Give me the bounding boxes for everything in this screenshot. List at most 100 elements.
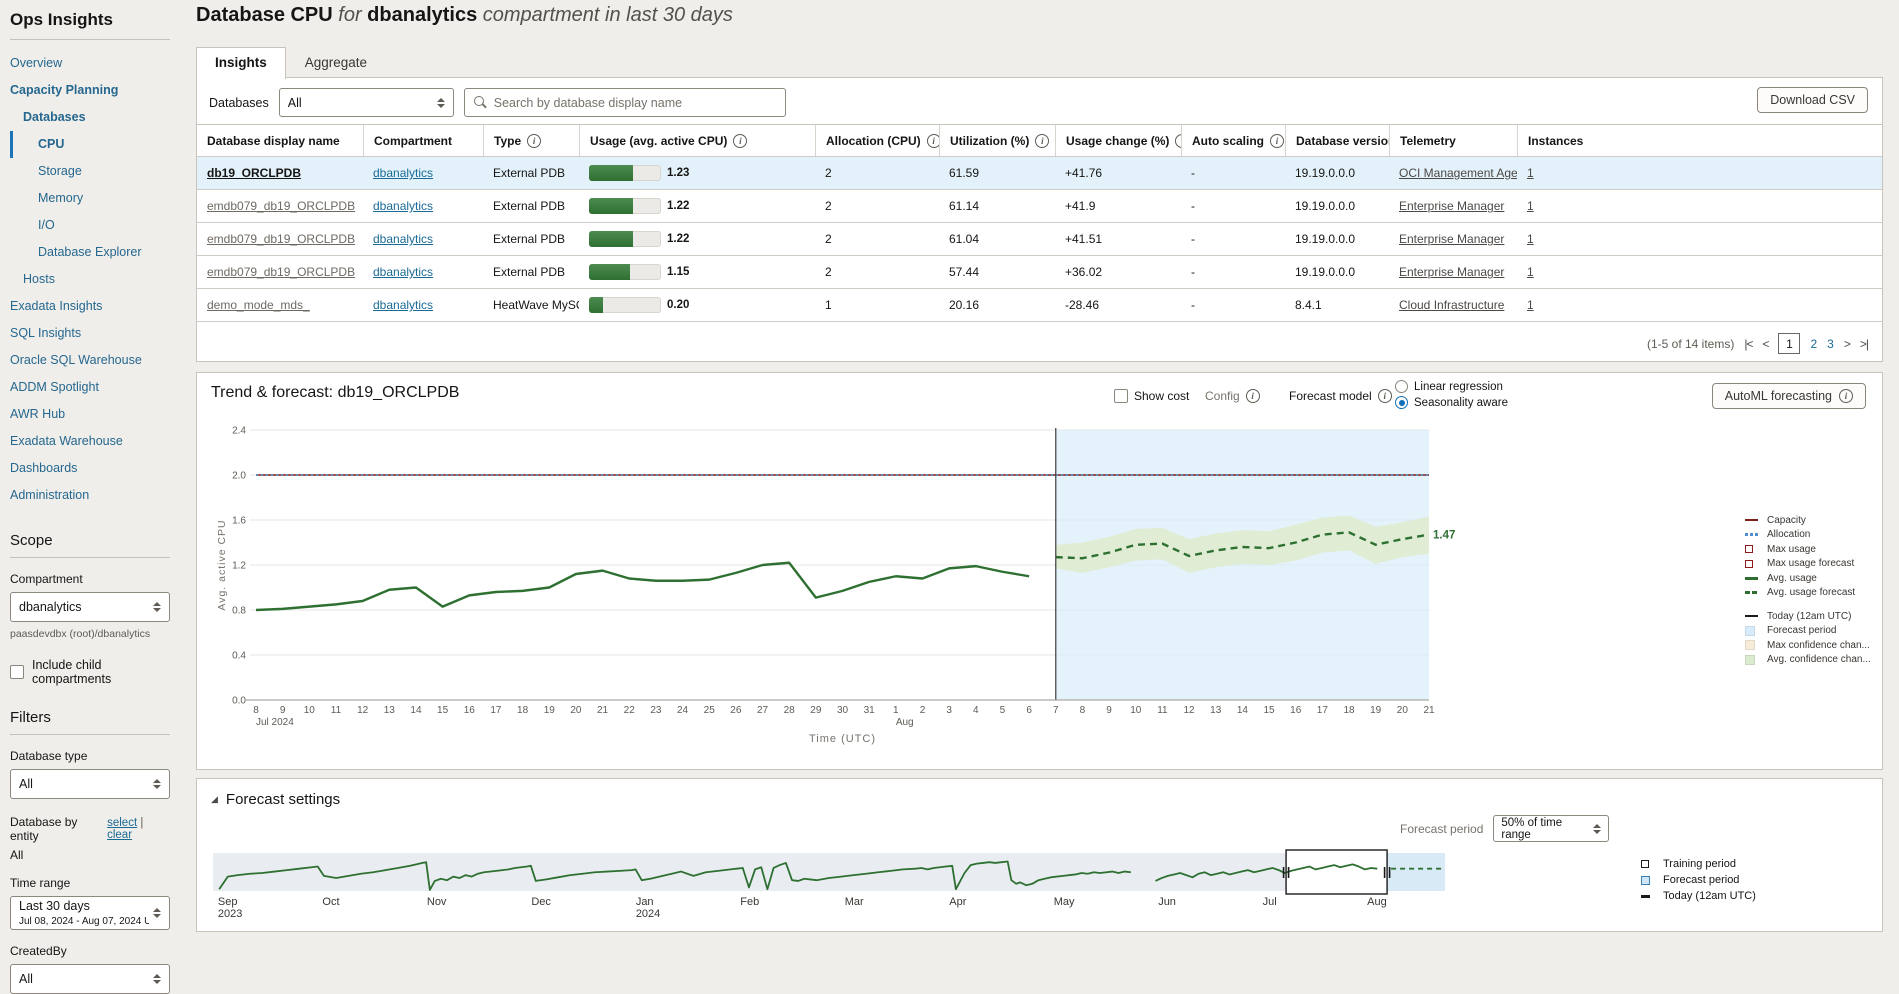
radio-icon[interactable]	[1395, 380, 1408, 393]
telemetry-link[interactable]: Cloud Infrastructure	[1399, 298, 1504, 312]
automl-forecasting-button[interactable]: AutoML forecasting i	[1712, 383, 1866, 409]
telemetry-link[interactable]: Enterprise Manager	[1399, 199, 1504, 213]
telemetry-link[interactable]: Enterprise Manager	[1399, 265, 1504, 279]
compartment-link[interactable]: dbanalytics	[373, 199, 433, 213]
info-icon[interactable]: i	[1378, 389, 1392, 403]
cell-database-name: emdb079_db19_ORCLPDB	[197, 265, 363, 279]
telemetry-link[interactable]: OCI Management Agent	[1399, 166, 1517, 180]
sidebar-item-database-explorer[interactable]: Database Explorer	[10, 239, 170, 266]
database-name-link[interactable]: emdb079_db19_ORCLPDB	[207, 199, 355, 213]
page-2[interactable]: 2	[1810, 337, 1817, 351]
sidebar-item-exadata-insights[interactable]: Exadata Insights	[10, 293, 170, 320]
config-control[interactable]: Config i	[1205, 389, 1260, 403]
database-name-link[interactable]: emdb079_db19_ORCLPDB	[207, 265, 355, 279]
table-row[interactable]: emdb079_db19_ORCLPDBdbanalyticsExternal …	[197, 256, 1882, 289]
show-cost-control[interactable]: Show cost	[1114, 389, 1189, 403]
include-child-compartments-label: Include child compartments	[32, 658, 170, 686]
legend-swatch-fill	[1745, 626, 1761, 636]
instances-link[interactable]: 1	[1527, 298, 1534, 312]
databases-filter-select[interactable]: All	[279, 88, 454, 117]
entity-select-link[interactable]: select	[107, 817, 137, 829]
column-header-compartment[interactable]: Compartment	[363, 125, 483, 156]
instances-link[interactable]: 1	[1527, 199, 1534, 213]
info-icon[interactable]: i	[927, 134, 939, 148]
sidebar-item-administration[interactable]: Administration	[10, 482, 170, 509]
table-row[interactable]: emdb079_db19_ORCLPDBdbanalyticsExternal …	[197, 190, 1882, 223]
sidebar-item-overview[interactable]: Overview	[10, 50, 170, 77]
next-page-icon[interactable]: >	[1844, 337, 1850, 351]
radio-linear-regression[interactable]: Linear regression	[1395, 380, 1508, 393]
last-page-icon[interactable]: >|	[1860, 337, 1868, 351]
table-row[interactable]: db19_ORCLPDBdbanalyticsExternal PDB1.232…	[197, 157, 1882, 190]
tab-aggregate[interactable]: Aggregate	[286, 47, 386, 78]
sidebar-item-storage[interactable]: Storage	[10, 158, 170, 185]
column-header-database-version[interactable]: Database version	[1285, 125, 1389, 156]
created-by-select[interactable]: All	[10, 964, 170, 994]
sidebar-item-awr-hub[interactable]: AWR Hub	[10, 401, 170, 428]
table-row[interactable]: demo_mode_mds_dbanalyticsHeatWave MySQL0…	[197, 289, 1882, 322]
legend-item: Avg. confidence chan...	[1745, 653, 1883, 668]
current-page[interactable]: 1	[1778, 333, 1800, 354]
forecast-settings-title: Forecast settings	[226, 791, 340, 808]
compartment-link[interactable]: dbanalytics	[373, 298, 433, 312]
include-child-compartments[interactable]: Include child compartments	[10, 658, 170, 686]
column-header-usage-avg-active-cpu-[interactable]: Usage (avg. active CPU)i	[579, 125, 815, 156]
info-icon[interactable]: i	[1270, 134, 1284, 148]
column-header-instances[interactable]: Instances	[1517, 125, 1882, 156]
instances-link[interactable]: 1	[1527, 232, 1534, 246]
compartment-link[interactable]: dbanalytics	[373, 232, 433, 246]
sidebar-item-sql-insights[interactable]: SQL Insights	[10, 320, 170, 347]
x-tick-label: 4	[973, 705, 979, 716]
info-icon[interactable]: i	[1035, 134, 1049, 148]
search-input[interactable]	[494, 96, 777, 110]
column-header-allocation-cpu-[interactable]: Allocation (CPU)i	[815, 125, 939, 156]
checkbox-icon[interactable]	[10, 665, 24, 679]
column-header-usage-change-[interactable]: Usage change (%)i	[1055, 125, 1181, 156]
database-name-link[interactable]: emdb079_db19_ORCLPDB	[207, 232, 355, 246]
instances-link[interactable]: 1	[1527, 166, 1534, 180]
radio-checked-icon[interactable]	[1395, 396, 1408, 409]
compartment-select[interactable]: dbanalytics	[10, 592, 170, 622]
download-csv-button[interactable]: Download CSV	[1757, 87, 1868, 113]
column-header-telemetry[interactable]: Telemetry	[1389, 125, 1517, 156]
forecast-period-select[interactable]: 50% of time range	[1493, 815, 1609, 842]
show-cost-checkbox[interactable]	[1114, 389, 1128, 403]
column-header-utilization-[interactable]: Utilization (%)i▼	[939, 125, 1055, 156]
sidebar-item-addm-spotlight[interactable]: ADDM Spotlight	[10, 374, 170, 401]
table-row[interactable]: emdb079_db19_ORCLPDBdbanalyticsExternal …	[197, 223, 1882, 256]
telemetry-link[interactable]: Enterprise Manager	[1399, 232, 1504, 246]
sidebar-item-i-o[interactable]: I/O	[10, 212, 170, 239]
radio-seasonality-aware[interactable]: Seasonality aware	[1395, 396, 1508, 409]
collapse-triangle-icon[interactable]: ◢	[211, 794, 218, 805]
database-search[interactable]	[464, 88, 786, 117]
previous-page-icon[interactable]: <	[1762, 337, 1768, 351]
sidebar-item-capacity-planning[interactable]: Capacity Planning	[10, 77, 170, 104]
compartment-link[interactable]: dbanalytics	[373, 265, 433, 279]
column-header-database-display-name[interactable]: Database display name	[197, 125, 363, 156]
info-icon[interactable]: i	[733, 134, 747, 148]
page-3[interactable]: 3	[1827, 337, 1834, 351]
sidebar-item-cpu[interactable]: CPU	[10, 131, 170, 158]
compartment-link[interactable]: dbanalytics	[373, 166, 433, 180]
insights-panel: Databases All Download CSV Database disp…	[196, 77, 1883, 362]
sidebar-item-exadata-warehouse[interactable]: Exadata Warehouse	[10, 428, 170, 455]
column-header-type[interactable]: Typei	[483, 125, 579, 156]
info-icon[interactable]: i	[1246, 389, 1260, 403]
column-header-auto-scaling[interactable]: Auto scalingi	[1181, 125, 1285, 156]
sidebar-item-hosts[interactable]: Hosts	[10, 266, 170, 293]
usage-value: 1.22	[667, 200, 689, 212]
instances-link[interactable]: 1	[1527, 265, 1534, 279]
tab-insights[interactable]: Insights	[196, 47, 286, 79]
time-range-select[interactable]: Last 30 days Jul 08, 2024 - Aug 07, 2024…	[10, 896, 170, 930]
database-name-link[interactable]: db19_ORCLPDB	[207, 166, 301, 180]
sidebar-item-memory[interactable]: Memory	[10, 185, 170, 212]
info-icon[interactable]: i	[527, 134, 541, 148]
database-name-link[interactable]: demo_mode_mds_	[207, 298, 310, 312]
first-page-icon[interactable]: |<	[1744, 337, 1752, 351]
database-type-select[interactable]: All	[10, 769, 170, 799]
entity-clear-link[interactable]: clear	[107, 829, 132, 841]
sidebar-item-oracle-sql-warehouse[interactable]: Oracle SQL Warehouse	[10, 347, 170, 374]
sidebar-item-databases[interactable]: Databases	[10, 104, 170, 131]
sidebar-item-dashboards[interactable]: Dashboards	[10, 455, 170, 482]
databases-filter-value: All	[288, 96, 433, 110]
